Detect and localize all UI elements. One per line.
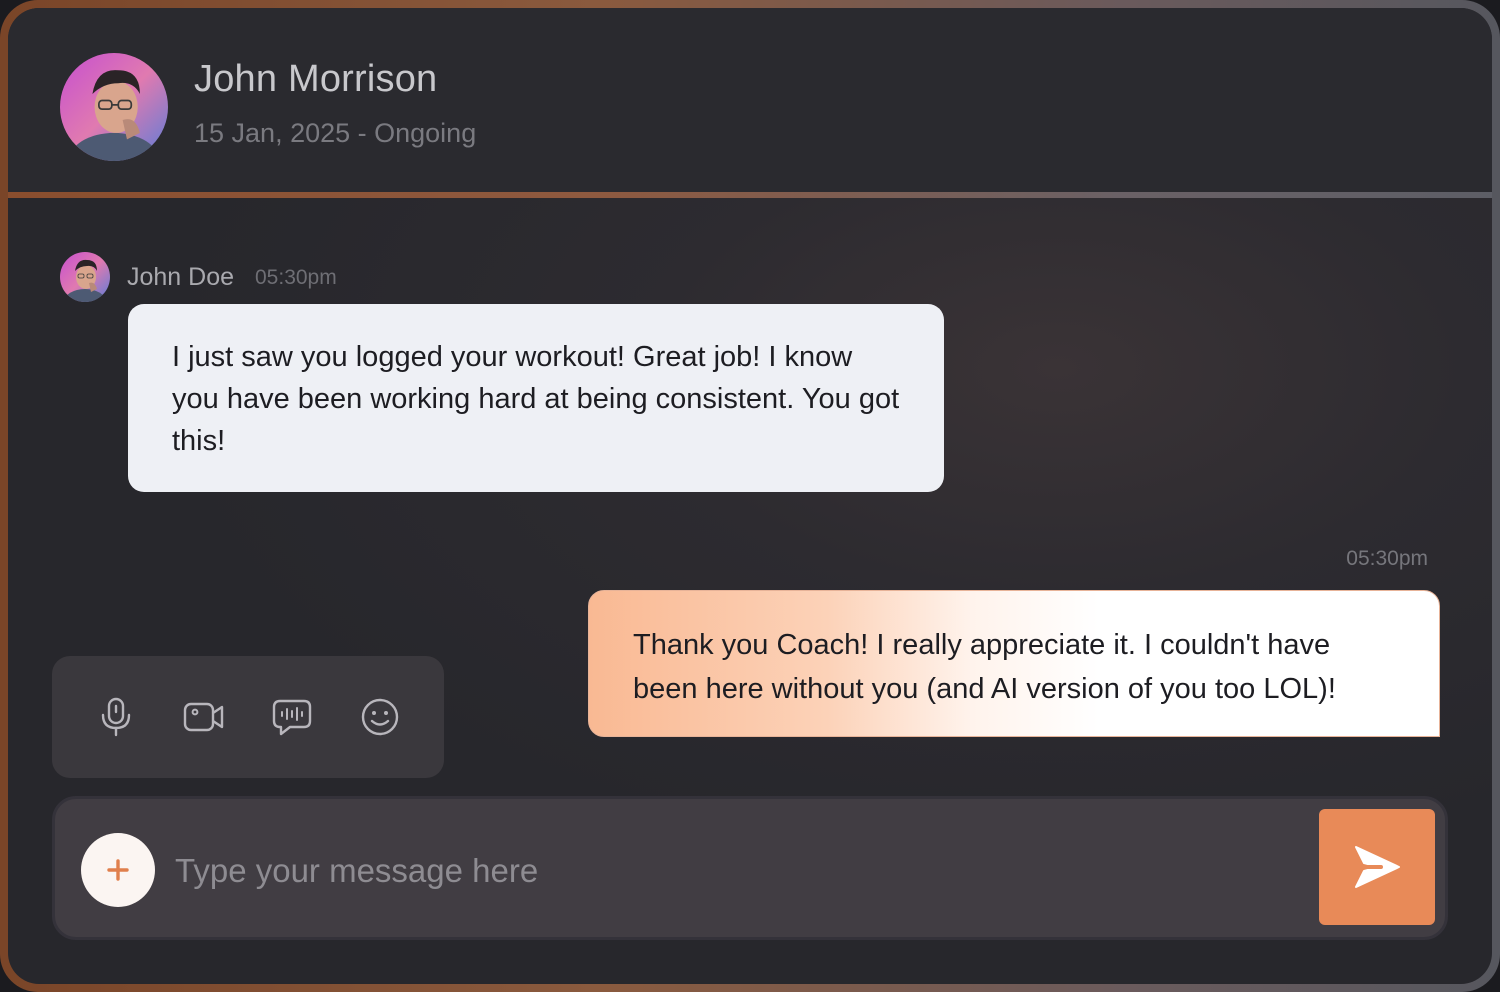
video-call-button[interactable] xyxy=(180,694,228,740)
incoming-message-text: I just saw you logged your workout! Grea… xyxy=(172,341,900,457)
message-composer xyxy=(52,796,1448,940)
chat-window-frame: John Morrison 15 Jan, 2025 - Ongoing Joh… xyxy=(0,0,1500,992)
outgoing-message-text: Thank you Coach! I really appreciate it.… xyxy=(633,629,1336,705)
message-input[interactable] xyxy=(175,841,1295,901)
voice-message-icon xyxy=(272,699,312,736)
emoji-button[interactable] xyxy=(356,694,404,740)
contact-name: John Morrison xyxy=(194,58,438,100)
sender-avatar-image xyxy=(60,252,110,302)
send-button[interactable] xyxy=(1319,809,1435,925)
avatar[interactable] xyxy=(60,53,168,161)
add-attachment-button[interactable] xyxy=(81,833,155,907)
chat-header: John Morrison 15 Jan, 2025 - Ongoing xyxy=(8,8,1492,192)
outgoing-timestamp: 05:30pm xyxy=(1346,547,1428,570)
emoji-icon xyxy=(361,698,399,736)
sender-avatar[interactable] xyxy=(60,252,110,302)
incoming-message-bubble[interactable]: I just saw you logged your workout! Grea… xyxy=(128,304,944,492)
media-toolbar xyxy=(52,656,444,778)
sender-name: John Doe xyxy=(127,263,235,291)
plus-icon xyxy=(107,859,129,881)
incoming-timestamp: 05:30pm xyxy=(255,266,337,289)
header-divider xyxy=(8,192,1492,198)
session-status: 15 Jan, 2025 - Ongoing xyxy=(194,118,477,148)
outgoing-message-bubble[interactable]: Thank you Coach! I really appreciate it.… xyxy=(588,590,1440,737)
avatar-image xyxy=(60,53,168,161)
video-camera-icon xyxy=(183,702,224,732)
voice-message-button[interactable] xyxy=(268,694,316,740)
chat-window: John Morrison 15 Jan, 2025 - Ongoing Joh… xyxy=(8,8,1492,984)
microphone-icon xyxy=(101,697,131,737)
send-icon xyxy=(1355,846,1400,888)
microphone-button[interactable] xyxy=(92,694,140,740)
